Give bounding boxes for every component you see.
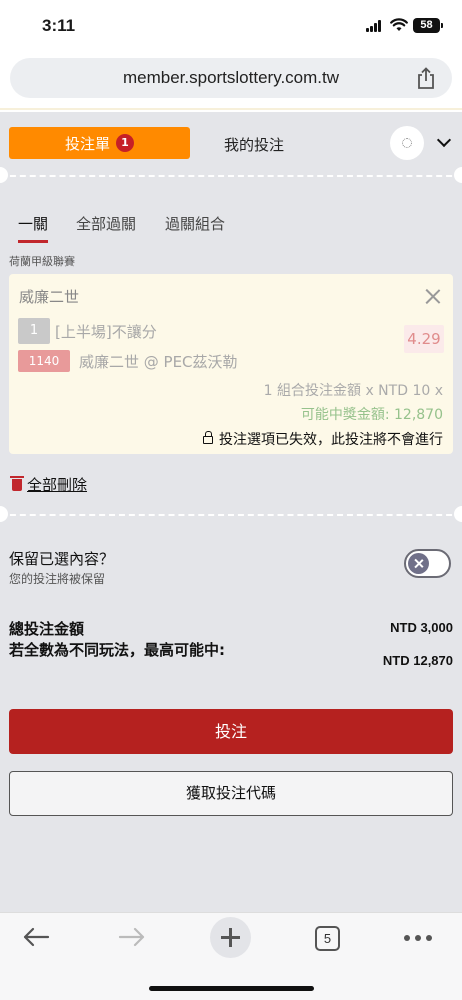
league-name: 荷蘭甲級聯賽 xyxy=(9,255,75,268)
trash-icon xyxy=(10,476,24,491)
keep-selection-toggle[interactable] xyxy=(404,549,451,578)
tab-betslip-label: 投注單 xyxy=(64,134,110,153)
betslip-panel: 投注單 1 我的投注 一關 全部過關 過關組合 荷蘭甲級聯賽 威廉二世 1 [上… xyxy=(0,112,462,912)
bet-type-tabs: 一關 全部過關 過關組合 xyxy=(18,213,438,243)
settings-button[interactable] xyxy=(390,126,424,160)
gear-icon xyxy=(402,138,412,148)
lock-icon xyxy=(203,431,213,444)
line-number: 1 xyxy=(18,318,50,344)
odds-value: 4.29 xyxy=(404,325,444,353)
expired-notice: 投注選項已失效，此投注將不會進行 xyxy=(203,429,443,449)
browser-toolbar: 5 xyxy=(0,912,462,1000)
tab-parlay-combo[interactable]: 過關組合 xyxy=(165,213,225,234)
total-stake-value: NTD 3,000 xyxy=(390,620,453,635)
tab-betslip[interactable]: 投注單 1 xyxy=(9,127,190,159)
keep-selection-title: 保留已選內容？ xyxy=(9,550,115,568)
ticket-notch xyxy=(454,167,462,183)
selection-text: 威廉二世 @ PEC茲沃勒 xyxy=(79,353,238,371)
ticket-notch xyxy=(0,506,8,522)
keep-selection-subtitle: 您的投注將被保留 xyxy=(9,572,106,586)
close-icon[interactable] xyxy=(425,288,441,304)
back-arrow-icon[interactable] xyxy=(22,927,50,947)
tab-all-parlay[interactable]: 全部過關 xyxy=(76,213,136,234)
stake-line: 1 組合投注金額 x NTD 10 x xyxy=(263,383,443,399)
place-bet-button[interactable]: 投注 xyxy=(9,709,453,754)
max-win-value: NTD 12,870 xyxy=(382,653,453,668)
home-indicator xyxy=(149,986,314,991)
tab-single[interactable]: 一關 xyxy=(18,213,48,234)
share-icon[interactable] xyxy=(416,67,436,89)
market-name: [上半場]不讓分 xyxy=(55,323,157,341)
wifi-icon xyxy=(390,18,408,31)
toggle-off-icon xyxy=(408,553,429,574)
chevron-down-icon[interactable] xyxy=(436,132,452,148)
ticket-notch xyxy=(0,167,8,183)
signal-icon xyxy=(366,20,384,32)
url-text[interactable]: member.sportslottery.com.tw xyxy=(10,68,452,88)
status-bar: 3:11 58 xyxy=(0,0,462,52)
betslip-count-badge: 1 xyxy=(116,134,134,152)
max-win-label: 若全數為不同玩法，最高可能中: xyxy=(9,641,226,659)
potential-win: 可能中獎金額: 12,870 xyxy=(300,407,443,423)
delete-all-button[interactable]: 全部刪除 xyxy=(10,474,88,495)
total-stake-label: 總投注金額 xyxy=(9,620,85,638)
tab-my-bets[interactable]: 我的投注 xyxy=(224,134,284,155)
ticket-notch xyxy=(454,506,462,522)
bet-code: 1140 xyxy=(18,350,70,372)
battery-icon: 58 xyxy=(413,18,443,33)
delete-all-label: 全部刪除 xyxy=(27,476,88,494)
page-divider xyxy=(0,108,462,110)
more-icon[interactable] xyxy=(404,935,432,941)
expired-notice-text: 投注選項已失效，此投注將不會進行 xyxy=(219,432,443,448)
tab-count-button[interactable]: 5 xyxy=(315,926,340,951)
betslip-header: 投注單 1 我的投注 xyxy=(9,126,453,160)
active-tab-indicator xyxy=(18,240,48,243)
get-bet-code-button[interactable]: 獲取投注代碼 xyxy=(9,771,453,816)
forward-arrow-icon[interactable] xyxy=(118,927,146,947)
bet-card: 威廉二世 1 [上半場]不讓分 4.29 1140 威廉二世 @ PEC茲沃勒 … xyxy=(9,274,453,454)
status-time: 3:11 xyxy=(42,16,76,35)
team-name: 威廉二世 xyxy=(19,288,80,306)
new-tab-button[interactable] xyxy=(210,917,251,958)
dashed-divider xyxy=(0,514,462,516)
address-bar[interactable]: member.sportslottery.com.tw xyxy=(10,58,452,98)
dashed-divider xyxy=(0,175,462,177)
